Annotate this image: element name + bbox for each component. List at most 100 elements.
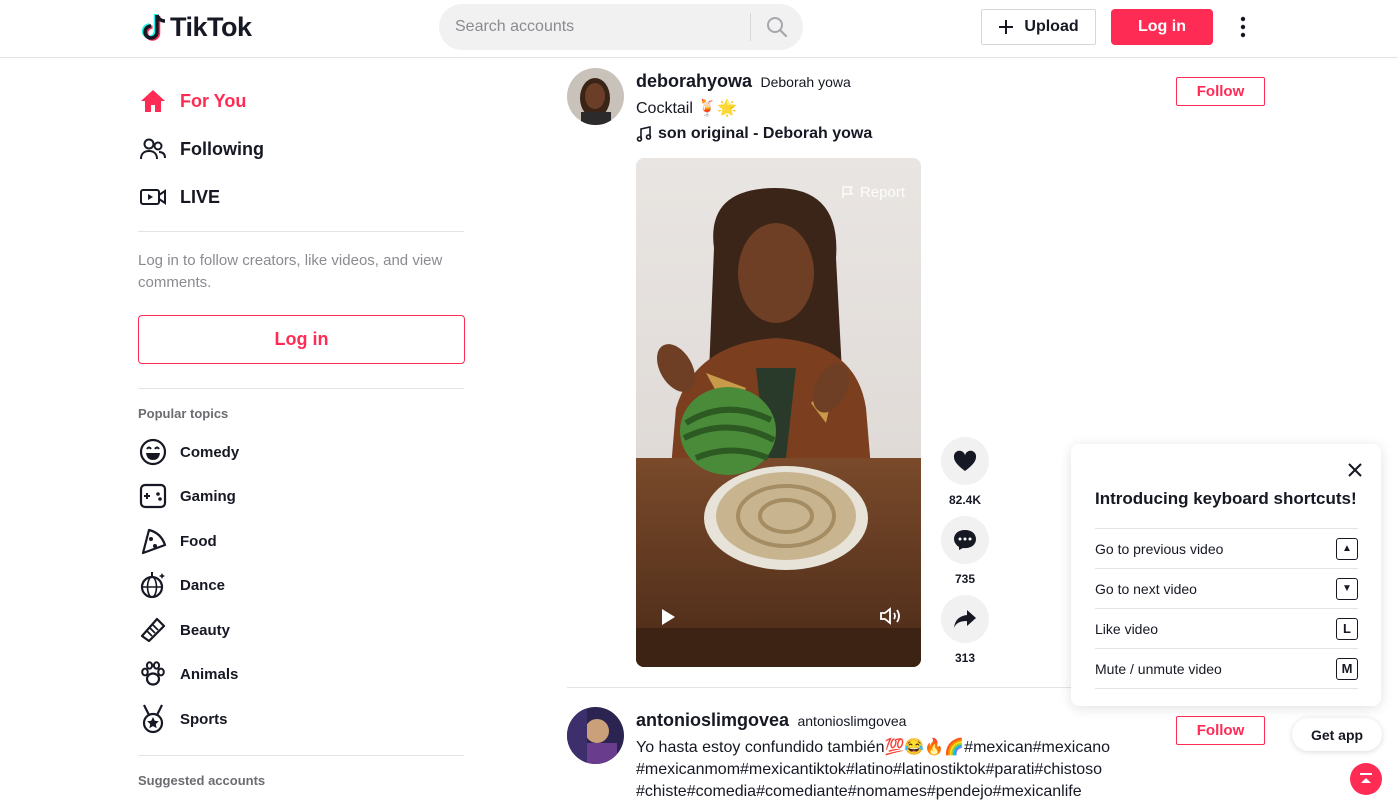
shortcut-key: M: [1336, 657, 1358, 680]
author-avatar[interactable]: [567, 707, 624, 764]
share-action[interactable]: 313: [941, 595, 989, 665]
comb-icon: [140, 617, 166, 643]
search-input[interactable]: [439, 4, 750, 50]
shortcut-row: Go to next video ▼: [1095, 568, 1358, 608]
topic-label: Dance: [180, 576, 226, 594]
topic-beauty[interactable]: Beauty: [138, 613, 230, 647]
tiktok-logo[interactable]: TikTok: [140, 12, 252, 43]
topic-label: Food: [180, 532, 217, 550]
topic-label: Animals: [180, 665, 239, 683]
gamepad-icon: [139, 483, 167, 509]
smiley-icon: [139, 438, 167, 466]
more-options-button[interactable]: [1232, 13, 1254, 41]
nav-for-you[interactable]: For You: [138, 81, 246, 121]
upload-label: Upload: [1024, 18, 1079, 35]
nav-live[interactable]: LIVE: [138, 177, 220, 217]
share-icon: [954, 610, 976, 628]
scroll-to-top-button[interactable]: [1350, 763, 1382, 795]
topic-comedy[interactable]: Comedy: [138, 435, 239, 469]
topic-label: Comedy: [180, 443, 240, 461]
login-hint-text: Log in to follow creators, like videos, …: [138, 252, 443, 291]
topic-food[interactable]: Food: [138, 524, 217, 558]
report-button[interactable]: Report: [841, 184, 905, 201]
topic-sports[interactable]: Sports: [138, 702, 228, 736]
shortcuts-title: Introducing keyboard shortcuts!: [1095, 489, 1357, 508]
paw-icon: [141, 661, 165, 686]
author-nickname[interactable]: antonioslimgovea: [797, 713, 906, 729]
shortcut-row: Like video L: [1095, 608, 1358, 648]
sidebar: For You Following LIVE Log in to follow …: [138, 58, 466, 800]
shortcut-label: Go to next video: [1095, 580, 1197, 597]
topic-dance[interactable]: Dance: [138, 568, 225, 602]
tiktok-note-icon: [141, 13, 166, 41]
logo-text: TikTok: [170, 12, 252, 42]
users-icon: [140, 138, 166, 160]
search-icon: [767, 17, 788, 38]
like-button[interactable]: [941, 437, 989, 485]
nav-label: LIVE: [180, 186, 221, 207]
popular-topics-title: Popular topics: [138, 406, 229, 421]
follow-button[interactable]: Follow: [1176, 77, 1265, 106]
comment-count: 735: [954, 572, 976, 586]
sidebar-divider: [138, 755, 464, 756]
more-vertical-icon: [1240, 16, 1246, 38]
sidebar-login-button[interactable]: Log in: [138, 315, 465, 364]
nav-label: For You: [180, 90, 247, 111]
feed-post: antonioslimgovea antonioslimgovea Yo has…: [567, 707, 1267, 800]
video-frame: [636, 158, 921, 667]
arrow-up-icon: [1360, 773, 1372, 783]
play-button[interactable]: [660, 608, 676, 631]
medal-icon: [142, 704, 164, 734]
topic-label: Sports: [180, 710, 228, 728]
shortcut-label: Like video: [1095, 620, 1159, 637]
like-action[interactable]: 82.4K: [941, 437, 989, 507]
music-title: son original - Deborah yowa: [658, 125, 873, 142]
search-bar: [439, 4, 803, 50]
comment-action[interactable]: 735: [941, 516, 989, 586]
like-count: 82.4K: [948, 493, 982, 507]
header-login-button[interactable]: Log in: [1111, 9, 1213, 45]
author-line: deborahyowa Deborah yowa: [636, 71, 851, 92]
author-line: antonioslimgovea antonioslimgovea: [636, 710, 906, 731]
shortcut-label: Go to previous video: [1095, 540, 1224, 557]
post-caption: Yo hasta estoy confundido también💯😂🔥🌈#me…: [636, 739, 1111, 800]
comment-button[interactable]: [941, 516, 989, 564]
topic-animals[interactable]: Animals: [138, 657, 238, 691]
music-link[interactable]: son original - Deborah yowa: [636, 125, 872, 143]
avatar-image: [567, 707, 624, 764]
get-app-button[interactable]: Get app: [1292, 718, 1382, 751]
top-header: TikTok Upload Log in: [0, 0, 1398, 58]
shortcut-row: Go to previous video ▲: [1095, 528, 1358, 568]
sidebar-divider: [138, 231, 464, 232]
live-icon: [140, 189, 166, 205]
author-avatar[interactable]: [567, 68, 624, 125]
topic-label: Gaming: [180, 487, 236, 505]
shortcut-key: ▼: [1336, 577, 1358, 600]
nav-label: Following: [180, 138, 264, 159]
shortcut-row: Mute / unmute video M: [1095, 648, 1358, 688]
home-icon: [141, 90, 165, 112]
video-player[interactable]: Report: [636, 158, 921, 667]
report-label: Report: [859, 184, 905, 201]
close-button[interactable]: [1345, 460, 1365, 480]
volume-button[interactable]: [879, 606, 903, 631]
flag-icon: [842, 186, 854, 198]
share-button[interactable]: [941, 595, 989, 643]
music-note-icon: [636, 126, 652, 142]
disco-ball-icon: [140, 572, 165, 599]
author-username[interactable]: antonioslimgovea: [636, 710, 789, 730]
upload-button[interactable]: Upload: [981, 9, 1096, 45]
post-caption: Cocktail 🍹🌟: [636, 100, 738, 117]
nav-following[interactable]: Following: [138, 129, 264, 169]
follow-button[interactable]: Follow: [1176, 716, 1265, 745]
search-button[interactable]: [751, 4, 803, 50]
comment-icon: [954, 530, 976, 550]
author-username[interactable]: deborahyowa: [636, 71, 752, 91]
author-nickname[interactable]: Deborah yowa: [760, 74, 850, 90]
shortcut-divider: [1095, 688, 1358, 689]
keyboard-shortcuts-panel: Introducing keyboard shortcuts! Go to pr…: [1071, 444, 1381, 706]
topic-gaming[interactable]: Gaming: [138, 479, 236, 513]
plus-icon: [999, 20, 1014, 34]
close-icon: [1348, 463, 1362, 477]
topic-label: Beauty: [180, 621, 231, 639]
